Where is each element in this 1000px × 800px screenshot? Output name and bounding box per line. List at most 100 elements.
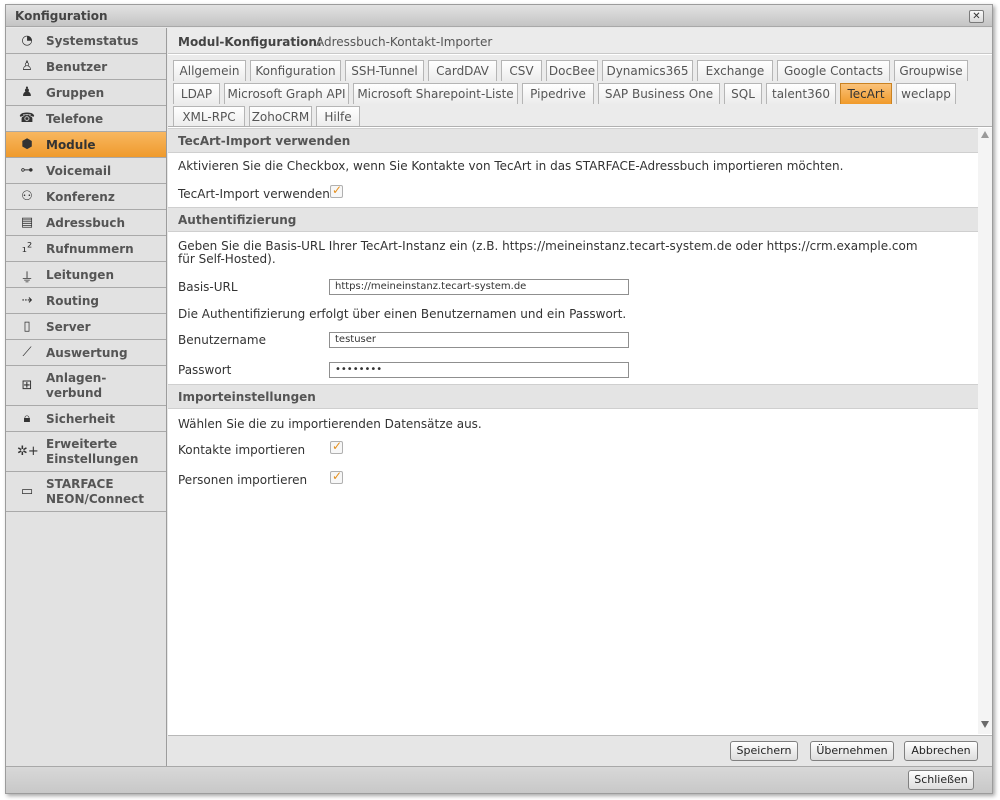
- import-enable-label: TecArt-Import verwenden: [178, 187, 330, 201]
- sidebar-item-adressbuch[interactable]: ▤ Adressbuch: [6, 210, 166, 236]
- tab-dynamics365[interactable]: Dynamics365: [602, 60, 693, 81]
- server-icon: ▯: [23, 319, 31, 334]
- window-titlebar[interactable]: Konfiguration ✕: [6, 5, 992, 27]
- config-window: Konfiguration ✕ ◔ Systemstatus ♙ Benutzer ♟ G…: [5, 4, 993, 794]
- page-title: Modul-Konfiguration:: [178, 35, 322, 49]
- phone-icon: ☎: [18, 111, 36, 126]
- sidebar-item-starface-neon-connect[interactable]: ▭ STARFACE NEON/Connect: [6, 472, 166, 512]
- tab-allgemein[interactable]: Allgemein: [173, 60, 246, 81]
- sidebar-item-rufnummern[interactable]: ₁² Rufnummern: [6, 236, 166, 262]
- sidebar-item-label: Telefone: [46, 112, 104, 126]
- plug-icon: ⏚: [20, 271, 34, 286]
- tab-ssh-tunnel[interactable]: SSH-Tunnel: [345, 60, 424, 81]
- tab-zohocrm[interactable]: ZohoCRM: [249, 106, 312, 127]
- persons-checkbox[interactable]: ✓: [330, 469, 343, 484]
- tab-csv[interactable]: CSV: [501, 60, 542, 81]
- tab-ldap[interactable]: LDAP: [173, 83, 220, 104]
- section-header-auth: Authentifizierung: [168, 207, 978, 232]
- tab-bar: Allgemein Konfiguration SSH-Tunnel CardDAV C…: [168, 55, 992, 127]
- sidebar-item-server[interactable]: ▯ Server: [6, 314, 166, 340]
- import-enable-checkbox[interactable]: ✓: [330, 183, 343, 198]
- routing-icon: ⇢: [21, 293, 33, 308]
- base-url-input[interactable]: https://meineinstanz.tecart-system.de: [329, 279, 629, 295]
- checkmark-icon: ✓: [332, 439, 343, 453]
- lock-icon: 🔒︎: [23, 411, 31, 426]
- sidebar-item-label: Server: [46, 320, 91, 334]
- gears-icon: ✲+: [17, 444, 39, 459]
- password-label: Passwort: [178, 363, 232, 377]
- tab-sap-business-one[interactable]: SAP Business One: [598, 83, 720, 104]
- sidebar-item-label: Rufnummern: [46, 242, 134, 256]
- apply-button[interactable]: Übernehmen: [810, 741, 894, 761]
- sidebar-item-module[interactable]: ⬢ Module: [6, 132, 166, 158]
- sidebar-item-gruppen[interactable]: ♟ Gruppen: [6, 80, 166, 106]
- tab-weclapp[interactable]: weclapp: [896, 83, 956, 104]
- tab-docbee[interactable]: DocBee: [546, 60, 598, 81]
- sidebar-item-label: Voicemail: [46, 164, 112, 178]
- sidebar-item-voicemail[interactable]: ⊶ Voicemail: [6, 158, 166, 184]
- chart-icon: ⟋: [22, 345, 32, 360]
- tab-konfiguration[interactable]: Konfiguration: [250, 60, 341, 81]
- contacts-checkbox[interactable]: ✓: [330, 439, 343, 454]
- window-footer: Schließen: [6, 766, 992, 793]
- sidebar-item-label: Erweiterte Einstellungen: [46, 437, 139, 466]
- sidebar-item-konferenz[interactable]: ⚇ Konferenz: [6, 184, 166, 210]
- tab-carddav[interactable]: CardDAV: [428, 60, 497, 81]
- pie-chart-icon: ◔: [21, 33, 33, 48]
- section-title: Importeinstellungen: [178, 390, 316, 404]
- sidebar: ◔ Systemstatus ♙ Benutzer ♟ Gruppen ☎ Telefone ⬢…: [6, 28, 167, 766]
- username-label: Benutzername: [178, 333, 266, 347]
- tab-pipedrive[interactable]: Pipedrive: [522, 83, 594, 104]
- breadcrumb: Modul-Konfiguration: Adressbuch-Kontakt-…: [168, 28, 992, 54]
- url-label: Basis-URL: [178, 280, 238, 294]
- sidebar-item-erweiterte-einstellungen[interactable]: ✲+ Erweiterte Einstellungen: [6, 432, 166, 472]
- tab-talent360[interactable]: talent360: [766, 83, 836, 104]
- section-header-settings: Importeinstellungen: [168, 384, 978, 409]
- sidebar-item-label: STARFACE NEON/Connect: [46, 477, 144, 506]
- section-title: Authentifizierung: [178, 213, 297, 227]
- section-header-import: TecArt-Import verwenden: [168, 128, 978, 153]
- tab-xml-rpc[interactable]: XML-RPC: [173, 106, 245, 127]
- action-bar: Speichern Übernehmen Abbrechen: [168, 735, 992, 766]
- close-button[interactable]: Schließen: [908, 770, 974, 790]
- save-button[interactable]: Speichern: [730, 741, 798, 761]
- tab-groupwise[interactable]: Groupwise: [894, 60, 968, 81]
- password-input[interactable]: ••••••••: [329, 362, 629, 378]
- module-name: Adressbuch-Kontakt-Importer: [316, 35, 493, 49]
- tab-hilfe[interactable]: Hilfe: [316, 106, 360, 127]
- sidebar-item-label: Leitungen: [46, 268, 114, 282]
- sidebar-item-label: Anlagen- verbund: [46, 371, 107, 400]
- cube-icon: ⬢: [21, 137, 33, 152]
- tab-exchange[interactable]: Exchange: [697, 60, 773, 81]
- sidebar-item-systemstatus[interactable]: ◔ Systemstatus: [6, 28, 166, 54]
- settings-description: Wählen Sie die zu importierenden Datensä…: [178, 417, 482, 431]
- network-icon: ⊞: [21, 378, 33, 393]
- tab-sql[interactable]: SQL: [724, 83, 762, 104]
- sidebar-item-telefone[interactable]: ☎ Telefone: [6, 106, 166, 132]
- close-icon[interactable]: ✕: [969, 10, 984, 23]
- sidebar-item-label: Module: [46, 138, 96, 152]
- tab-microsoft-sharepoint-liste[interactable]: Microsoft Sharepoint-Liste: [353, 83, 518, 104]
- sidebar-item-anlagen-verbund[interactable]: ⊞ Anlagen- verbund: [6, 366, 166, 406]
- sidebar-item-sicherheit[interactable]: 🔒︎ Sicherheit: [6, 406, 166, 432]
- sidebar-item-benutzer[interactable]: ♙ Benutzer: [6, 54, 166, 80]
- persons-label: Personen importieren: [178, 473, 308, 487]
- sidebar-item-label: Sicherheit: [46, 412, 115, 426]
- sidebar-item-label: Systemstatus: [46, 34, 139, 48]
- scroll-up-icon[interactable]: [981, 131, 989, 138]
- scroll-down-icon[interactable]: [981, 721, 989, 728]
- cancel-button[interactable]: Abbrechen: [904, 741, 978, 761]
- sidebar-item-routing[interactable]: ⇢ Routing: [6, 288, 166, 314]
- vertical-scrollbar[interactable]: [978, 128, 992, 734]
- tab-tecart[interactable]: TecArt: [840, 83, 892, 104]
- contacts-label: Kontakte importieren: [178, 443, 306, 457]
- checkmark-icon: ✓: [332, 469, 343, 483]
- tab-microsoft-graph-api[interactable]: Microsoft Graph API: [224, 83, 349, 104]
- username-input[interactable]: testuser: [329, 332, 629, 348]
- group-icon: ♟: [21, 85, 33, 100]
- tab-google-contacts[interactable]: Google Contacts: [777, 60, 890, 81]
- addressbook-icon: ▤: [20, 215, 34, 230]
- main-content: Modul-Konfiguration: Adressbuch-Kontakt-…: [168, 28, 992, 766]
- sidebar-item-leitungen[interactable]: ⏚ Leitungen: [6, 262, 166, 288]
- sidebar-item-auswertung[interactable]: ⟋ Auswertung: [6, 340, 166, 366]
